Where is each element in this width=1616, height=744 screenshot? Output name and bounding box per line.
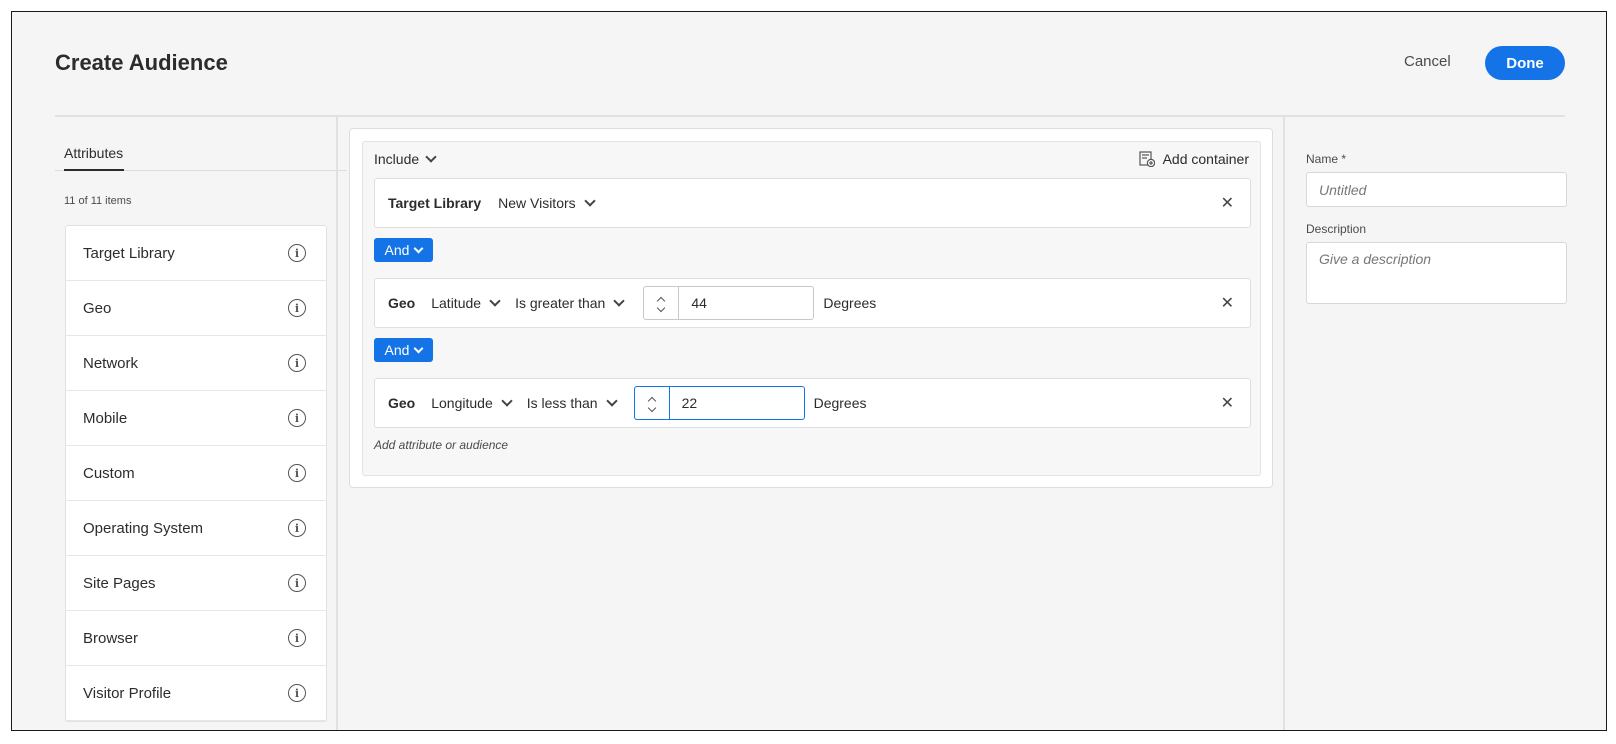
description-label: Description: [1306, 222, 1367, 236]
rule-category: Target Library: [388, 195, 482, 211]
rule-category: Geo: [388, 295, 416, 311]
attribute-dropdown[interactable]: Longitude: [431, 395, 513, 411]
attribute-label: Operating System: [83, 519, 204, 537]
chevron-down-icon: [489, 295, 501, 307]
unit-label: Degrees: [813, 395, 867, 411]
attribute-label: Network: [83, 354, 139, 372]
attribute-item-mobile[interactable]: Mobile i: [66, 391, 326, 446]
operator-value: Is less than: [526, 395, 598, 411]
operator-value: Is greater than: [515, 295, 606, 311]
operator-dropdown[interactable]: Is less than: [526, 395, 618, 411]
operator-dropdown[interactable]: Is greater than: [515, 295, 626, 311]
close-icon[interactable]: ✕: [1221, 393, 1234, 413]
info-icon[interactable]: i: [288, 684, 306, 702]
attribute-value: Longitude: [431, 395, 493, 411]
info-icon[interactable]: i: [288, 244, 306, 262]
items-count: 11 of 11 items: [64, 195, 132, 207]
close-icon[interactable]: ✕: [1221, 293, 1234, 313]
add-attribute-link[interactable]: Add attribute or audience: [374, 438, 508, 452]
rule-category: Geo: [388, 395, 416, 411]
attribute-label: Target Library: [83, 244, 175, 262]
attribute-item-network[interactable]: Network i: [66, 336, 326, 391]
attribute-label: Mobile: [83, 409, 128, 427]
done-button[interactable]: Done: [1485, 46, 1565, 80]
chevron-down-icon: [605, 395, 618, 407]
attribute-label: Browser: [83, 629, 139, 647]
chevron-down-icon: [613, 295, 626, 307]
add-container-icon: [1138, 151, 1155, 167]
attribute-item-site-pages[interactable]: Site Pages i: [66, 556, 326, 611]
chevron-down-icon[interactable]: [657, 303, 666, 313]
panel-divider: [336, 117, 338, 730]
info-icon[interactable]: i: [288, 409, 306, 427]
attributes-panel: Attributes 11 of 11 items Target Library…: [55, 117, 347, 730]
attribute-item-target-library[interactable]: Target Library i: [66, 226, 326, 281]
chevron-down-icon[interactable]: [647, 403, 656, 413]
tab-attributes[interactable]: Attributes: [64, 145, 123, 161]
attribute-value: Latitude: [431, 295, 482, 311]
include-dropdown[interactable]: Include: [374, 151, 437, 167]
and-label: And: [384, 242, 410, 258]
info-icon[interactable]: i: [288, 299, 306, 317]
add-container-button[interactable]: Add container: [1138, 151, 1249, 167]
page-title: Create Audience: [55, 50, 228, 75]
chevron-down-icon: [425, 151, 437, 163]
attribute-label: Custom: [83, 464, 135, 482]
attribute-item-custom[interactable]: Custom i: [66, 446, 326, 501]
attribute-dropdown[interactable]: New Visitors: [498, 195, 596, 211]
close-icon[interactable]: ✕: [1221, 193, 1234, 213]
attribute-value: New Visitors: [498, 195, 576, 211]
value-input[interactable]: 44: [679, 287, 813, 319]
rule-row-geo-latitude: Geo Latitude Is greater than 44 Degrees …: [374, 278, 1251, 328]
name-label: Name *: [1306, 152, 1347, 166]
attribute-label: Visitor Profile: [83, 684, 172, 702]
and-operator-button[interactable]: And: [374, 338, 433, 362]
panel-divider: [1283, 117, 1285, 730]
value-input[interactable]: 22: [670, 387, 804, 419]
create-audience-dialog: Create Audience Cancel Done Attributes 1…: [11, 11, 1607, 731]
description-input[interactable]: Give a description: [1306, 242, 1567, 304]
rule-row-geo-longitude: Geo Longitude Is less than 22 Degrees ✕: [374, 378, 1251, 428]
and-label: And: [384, 342, 410, 358]
attribute-label: Geo: [83, 299, 112, 317]
name-input[interactable]: Untitled: [1306, 172, 1567, 207]
chevron-down-icon: [414, 343, 424, 353]
attribute-item-visitor-profile[interactable]: Visitor Profile i: [66, 666, 326, 721]
chevron-down-icon: [414, 243, 424, 253]
and-operator-button[interactable]: And: [374, 238, 433, 262]
attribute-dropdown[interactable]: Latitude: [431, 295, 501, 311]
unit-label: Degrees: [823, 295, 877, 311]
tab-selected-indicator: [64, 169, 124, 171]
stepper-buttons[interactable]: [644, 287, 680, 319]
info-icon[interactable]: i: [288, 464, 306, 482]
rule-container: Include Add container Target Library New…: [362, 141, 1261, 476]
info-icon[interactable]: i: [288, 574, 306, 592]
include-label: Include: [374, 151, 420, 167]
attribute-item-browser[interactable]: Browser i: [66, 611, 326, 666]
stepper-buttons[interactable]: [635, 387, 670, 419]
value-stepper[interactable]: 22: [633, 386, 805, 420]
attribute-list: Target Library i Geo i Network i Mobile …: [65, 225, 327, 722]
attribute-item-operating-system[interactable]: Operating System i: [66, 501, 326, 556]
attribute-item-geo[interactable]: Geo i: [66, 281, 326, 336]
cancel-button[interactable]: Cancel: [1404, 53, 1451, 70]
chevron-down-icon: [583, 195, 596, 207]
add-container-label: Add container: [1162, 151, 1249, 167]
info-icon[interactable]: i: [288, 354, 306, 372]
value-stepper[interactable]: 44: [643, 286, 815, 320]
info-icon[interactable]: i: [288, 519, 306, 537]
attribute-label: Site Pages: [83, 574, 156, 592]
chevron-down-icon: [501, 395, 513, 407]
info-icon[interactable]: i: [288, 629, 306, 647]
audience-builder: Include Add container Target Library New…: [349, 128, 1273, 488]
rule-row-target-library: Target Library New Visitors ✕: [374, 178, 1251, 228]
